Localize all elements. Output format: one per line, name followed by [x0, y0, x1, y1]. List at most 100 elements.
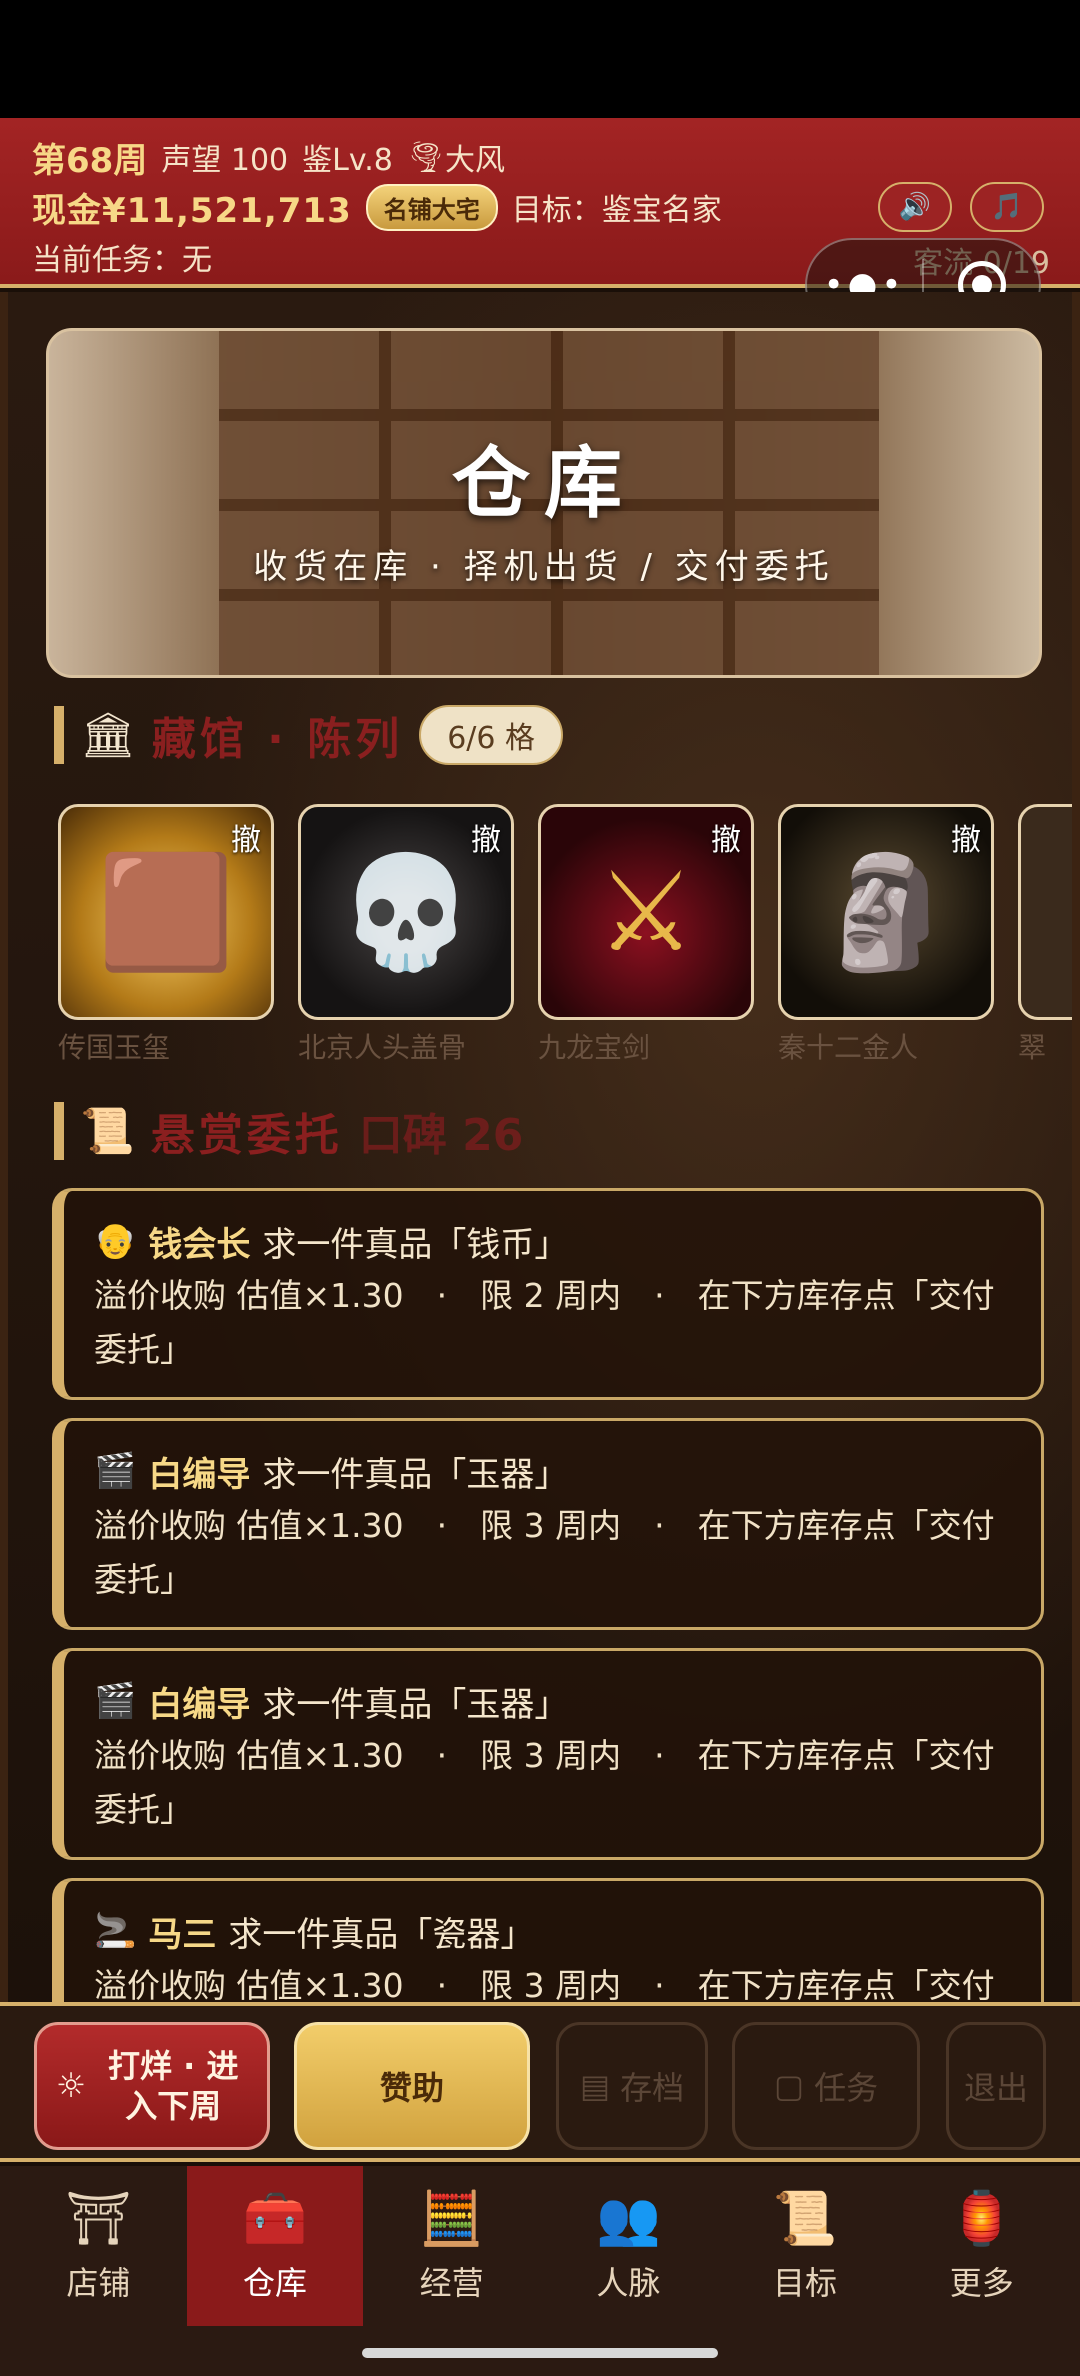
- section-accent: [54, 1102, 64, 1160]
- sponsor-button[interactable]: 赞助: [294, 2022, 530, 2150]
- action-bar: ☼ 打烊 · 进入下周 赞助 ▤ 存档 ▢ 任务 退出: [0, 2002, 1080, 2162]
- quest-card[interactable]: 🎬 白编导 求一件真品「玉器」 溢价收购 估值×1.30 · 限 3 周内 · …: [52, 1418, 1044, 1630]
- exhibit-name: 秦十二金人: [778, 1031, 919, 1064]
- client-icon: 🎬: [94, 1681, 137, 1721]
- remove-exhibit-button[interactable]: 撤: [951, 815, 981, 859]
- jade-seal-image: 🟫: [97, 847, 235, 976]
- abacus-icon: 🧮: [419, 2189, 485, 2249]
- scroll-icon: 📜: [772, 2189, 838, 2249]
- speaker-icon: 🔊: [898, 192, 932, 222]
- museum-icon: 🏛: [80, 710, 136, 761]
- exhibit-item[interactable]: 🟫 撤 传国玉玺: [58, 804, 274, 1066]
- client-icon: 👴: [94, 1221, 137, 1261]
- tab-label: 目标: [773, 2264, 838, 2302]
- save-label: 存档: [620, 2069, 685, 2107]
- client-name: 钱会长: [148, 1224, 251, 1265]
- tab-label: 经营: [419, 2264, 484, 2302]
- treasure-chest-icon: 🧰: [242, 2189, 308, 2249]
- quest-request: 求一件真品「钱币」: [262, 1224, 569, 1265]
- bronze-statue-image: 🗿: [817, 847, 955, 976]
- exhibit-item[interactable]: ⚔ 撤 九龙宝剑: [538, 804, 754, 1066]
- appraisal-level: 鉴Lv.8: [302, 143, 393, 178]
- client-name: 白编导: [148, 1684, 251, 1725]
- status-bar: [0, 0, 1080, 118]
- remove-exhibit-button[interactable]: 撤: [471, 815, 501, 859]
- lantern-icon: 🏮: [949, 2189, 1015, 2249]
- warehouse-banner: 仓库 收货在库 · 择机出货 / 交付委托: [46, 328, 1042, 678]
- exhibit-name: 北京人头盖骨: [298, 1031, 467, 1064]
- next-week-label: 打烊 · 进入下周: [108, 2047, 239, 2125]
- exhibit-item[interactable]: 🗿 撤 秦十二金人: [778, 804, 994, 1066]
- exhibit-card[interactable]: ⚔ 撤: [538, 804, 754, 1020]
- tab-label: 更多: [949, 2264, 1014, 2302]
- quest-request: 求一件真品「瓷器」: [228, 1914, 535, 1955]
- goal-text: 目标：鉴宝名家: [511, 193, 722, 228]
- exhibit-item[interactable]: 💀 撤 北京人头盖骨: [298, 804, 514, 1066]
- reputation-value: 声望 100: [161, 143, 289, 178]
- cash-value: 现金¥11,521,713: [32, 190, 352, 231]
- people-icon: 👥: [595, 2189, 661, 2249]
- tab-warehouse[interactable]: 🧰 仓库: [186, 2166, 364, 2326]
- tab-goals[interactable]: 📜 目标: [717, 2166, 894, 2326]
- quest-list: 👴 钱会长 求一件真品「钱币」 溢价收购 估值×1.30 · 限 2 周内 · …: [52, 1188, 1044, 2002]
- tab-label: 仓库: [243, 2264, 308, 2302]
- save-button[interactable]: ▤ 存档: [556, 2022, 708, 2150]
- task-button[interactable]: ▢ 任务: [732, 2022, 920, 2150]
- section-accent: [54, 706, 64, 764]
- page-title: 仓库: [451, 439, 636, 529]
- exit-button[interactable]: 退出: [946, 2022, 1046, 2150]
- exhibit-card[interactable]: 🟫 撤: [58, 804, 274, 1020]
- music-toggle-button[interactable]: 🎵: [970, 182, 1044, 232]
- bounty-section-header: 📜 悬赏委托 口碑 26: [54, 1102, 524, 1161]
- bounty-reputation: 口碑 26: [358, 1110, 524, 1161]
- exhibit-card[interactable]: 🗿 撤: [778, 804, 994, 1020]
- quest-detail: 溢价收购 估值×1.30 · 限 2 周内 · 在下方库存点「交付委托」: [94, 1276, 995, 1369]
- sound-toggle-button[interactable]: 🔊: [878, 182, 952, 232]
- client-icon: 🚬: [94, 1911, 137, 1951]
- home-indicator[interactable]: [362, 2348, 718, 2358]
- tab-contacts[interactable]: 👥 人脉: [540, 2166, 717, 2326]
- exhibit-name: 九龙宝剑: [538, 1031, 651, 1064]
- next-week-button[interactable]: ☼ 打烊 · 进入下周: [34, 2022, 270, 2150]
- task-icon: ▢: [773, 2067, 805, 2105]
- tab-more[interactable]: 🏮 更多: [893, 2166, 1070, 2326]
- bottom-tab-bar: ⛩ 店铺 🧰 仓库 🧮 经营 👥 人脉 📜 目标 🏮 更多: [0, 2166, 1080, 2326]
- tab-label: 店铺: [66, 2264, 131, 2302]
- client-icon: 🎬: [94, 1451, 137, 1491]
- quest-card[interactable]: 🚬 马三 求一件真品「瓷器」 溢价收购 估值×1.30 · 限 3 周内 · 在…: [52, 1878, 1044, 2002]
- current-task: 当前任务：无: [32, 243, 212, 278]
- exit-label: 退出: [963, 2069, 1028, 2107]
- quest-request: 求一件真品「玉器」: [262, 1454, 569, 1495]
- sun-icon: ☼: [55, 2066, 87, 2106]
- quest-card[interactable]: 👴 钱会长 求一件真品「钱币」 溢价收购 估值×1.30 · 限 2 周内 · …: [52, 1188, 1044, 1400]
- remove-exhibit-button[interactable]: 撤: [231, 815, 261, 859]
- quest-detail: 溢价收购 估值×1.30 · 限 3 周内 · 在下方库存点「交付委托」: [94, 1506, 995, 1599]
- exhibit-list[interactable]: 🟫 撤 传国玉玺 💀 撤 北京人头盖骨 ⚔ 撤 九龙宝剑 🗿 撤 秦十二金人 翠: [58, 804, 1072, 1066]
- exhibit-card[interactable]: [1018, 804, 1072, 1020]
- exhibit-item[interactable]: 翠: [1018, 804, 1072, 1066]
- tab-operations[interactable]: 🧮 经营: [363, 2166, 540, 2326]
- week-counter: 第68周: [32, 140, 148, 181]
- skull-image: 💀: [337, 847, 475, 976]
- sword-image: ⚔: [596, 848, 696, 976]
- client-name: 白编导: [148, 1454, 251, 1495]
- warehouse-page: 仓库 收货在库 · 择机出货 / 交付委托 🏛 藏馆 · 陈列 6/6 格 🟫 …: [0, 292, 1080, 2002]
- quest-detail: 溢价收购 估值×1.30 · 限 3 周内 · 在下方库存点「交付委托」: [94, 1966, 995, 2002]
- client-name: 马三: [148, 1914, 217, 1955]
- sponsor-label: 赞助: [379, 2069, 444, 2107]
- gallery-title: 藏馆 · 陈列: [151, 714, 404, 765]
- exhibit-name: 翠: [1018, 1031, 1047, 1064]
- quest-card[interactable]: 🎬 白编导 求一件真品「玉器」 溢价收购 估值×1.30 · 限 3 周内 · …: [52, 1648, 1044, 1860]
- tab-shop[interactable]: ⛩ 店铺: [10, 2166, 187, 2326]
- exhibit-name: 传国玉玺: [58, 1031, 171, 1064]
- gallery-slot-count: 6/6 格: [419, 705, 564, 765]
- rank-badge: 名铺大宅: [365, 183, 498, 231]
- task-label: 任务: [814, 2069, 879, 2107]
- remove-exhibit-button[interactable]: 撤: [711, 815, 741, 859]
- scroll-icon: 📜: [80, 1106, 135, 1157]
- exhibit-card[interactable]: 💀 撤: [298, 804, 514, 1020]
- shop-icon: ⛩: [65, 2189, 132, 2249]
- gallery-section-header: 🏛 藏馆 · 陈列 6/6 格: [54, 705, 564, 765]
- home-indicator-area: [0, 2326, 1080, 2376]
- quest-request: 求一件真品「玉器」: [262, 1684, 569, 1725]
